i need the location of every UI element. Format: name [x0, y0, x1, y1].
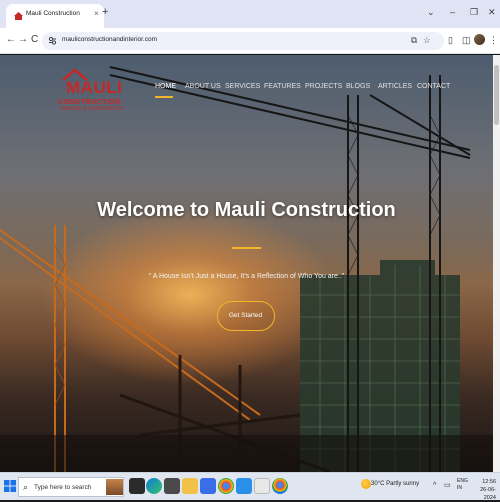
profile-avatar[interactable]	[474, 34, 485, 45]
reload-button[interactable]: C	[31, 34, 38, 46]
browser-window: Mauli Construction × + ⌄ – ❐ ✕ ← → C mau…	[0, 0, 500, 502]
address-bar[interactable]: mauliconstructionandinterior.com ⧉ ☆	[42, 32, 444, 50]
file-explorer-icon[interactable]	[182, 478, 198, 494]
chrome-icon[interactable]	[218, 478, 234, 494]
new-tab-button[interactable]: +	[102, 5, 108, 19]
logo-title: MAULI	[66, 78, 123, 97]
task-view-icon[interactable]	[129, 478, 145, 494]
clock-time: 12:56	[482, 479, 496, 485]
hero-divider	[232, 247, 261, 249]
minimize-button[interactable]: –	[450, 6, 455, 18]
tab-mauli-construction[interactable]: Mauli Construction ×	[6, 4, 104, 28]
browser-toolbar: ← → C mauliconstructionandinterior.com ⧉…	[0, 28, 500, 54]
hero-quote: " A House Isn't Just a House, It's a Ref…	[148, 273, 345, 280]
network-icon[interactable]: ▭	[444, 481, 451, 491]
nav-item-services[interactable]: SERVICES	[225, 83, 260, 90]
logo-subtitle: CONSTRUCTION	[58, 97, 121, 106]
site-logo[interactable]: MAULI CONSTRUCTION SHELKE & ASSOCIATES	[58, 69, 123, 119]
page-scrollbar[interactable]	[493, 55, 500, 472]
language-code: ENG	[457, 478, 468, 484]
extension-icon[interactable]: ▯	[448, 34, 453, 46]
url-text: mauliconstructionandinterior.com	[62, 36, 158, 43]
logo-tagline: SHELKE & ASSOCIATES	[60, 106, 123, 112]
edge-browser-icon[interactable]	[146, 478, 162, 494]
nav-item-home[interactable]: HOME	[155, 83, 176, 90]
tab-search-icon[interactable]: ⌄	[427, 6, 435, 18]
hero-title: Welcome to Mauli Construction	[97, 199, 396, 221]
app-icon[interactable]	[254, 478, 270, 494]
bookmark-star-icon[interactable]: ☆	[423, 35, 431, 46]
web-page: MAULI CONSTRUCTION SHELKE & ASSOCIATES H…	[0, 55, 493, 472]
back-button[interactable]: ←	[6, 34, 16, 46]
weather-text[interactable]: 30°C Partly sunny	[371, 481, 419, 487]
language-indicator[interactable]: ENG IN	[457, 478, 468, 492]
search-icon: ⌕	[23, 482, 29, 492]
get-started-button[interactable]: Get Started	[217, 301, 275, 331]
nav-item-projects[interactable]: PROJECTS	[305, 83, 342, 90]
sidebar-icon[interactable]: ◫	[462, 34, 471, 46]
site-favicon-icon	[14, 12, 23, 20]
nav-item-articles[interactable]: ARTICLES	[378, 83, 412, 90]
nav-item-features[interactable]: FEATURES	[264, 83, 301, 90]
chrome-active-icon[interactable]	[272, 478, 288, 494]
forward-button[interactable]: →	[18, 34, 28, 46]
maximize-button[interactable]: ❐	[470, 6, 478, 18]
tab-close-icon[interactable]: ×	[94, 9, 99, 19]
site-info-icon[interactable]	[48, 36, 57, 45]
widgets-icon[interactable]	[164, 478, 180, 494]
get-started-label: Get Started	[228, 312, 263, 319]
menu-kebab-icon[interactable]: ⋮	[489, 34, 498, 46]
taskbar-search-box[interactable]: ⌕ Type here to search	[18, 477, 124, 497]
weather-sun-icon[interactable]	[361, 479, 371, 489]
mail-app-icon[interactable]	[236, 478, 252, 494]
nav-item-blogs[interactable]: BLOGS	[346, 83, 370, 90]
taskbar-search-placeholder: Type here to search	[34, 484, 92, 491]
tab-title: Mauli Construction	[26, 10, 80, 17]
nav-item-contact[interactable]: CONTACT	[417, 83, 450, 90]
tab-strip: Mauli Construction × + ⌄ – ❐ ✕	[0, 0, 500, 28]
search-highlight-image	[106, 479, 123, 495]
nav-active-indicator	[155, 96, 173, 98]
install-app-icon[interactable]: ⧉	[411, 35, 417, 46]
region-code: IN	[457, 485, 462, 491]
nav-item-about-us[interactable]: ABOUT US	[185, 83, 221, 90]
windows-taskbar: ⌕ Type here to search 30°C Partly sunny …	[0, 472, 500, 502]
store-icon[interactable]	[200, 478, 216, 494]
windows-start-icon[interactable]	[4, 480, 16, 492]
tray-chevron-icon[interactable]: ^	[433, 481, 436, 491]
scrollbar-thumb[interactable]	[494, 65, 499, 125]
close-window-button[interactable]: ✕	[488, 6, 496, 18]
taskbar-clock[interactable]: 12:56 26-06-2024	[470, 478, 496, 502]
